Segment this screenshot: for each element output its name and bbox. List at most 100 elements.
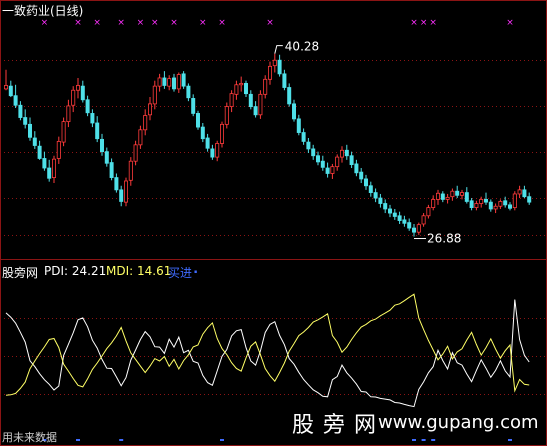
candle-body [397, 215, 402, 221]
candle [488, 199, 493, 212]
candle-body [100, 138, 105, 153]
candle-body [527, 196, 532, 203]
candle-body [277, 59, 282, 75]
candle-body [128, 160, 133, 181]
candle [517, 185, 522, 199]
candle [61, 117, 66, 147]
watermark-cn: 股 旁 网 [292, 413, 377, 438]
future-data-caption: 用未来数据 [2, 431, 57, 444]
candle [411, 223, 416, 237]
candle-body [402, 219, 407, 224]
candle-body [272, 59, 277, 67]
candle-body [133, 144, 138, 162]
candle [267, 61, 272, 85]
candle-body [488, 201, 493, 210]
signal-x-marker: × [137, 18, 145, 28]
candle [349, 151, 354, 169]
candle [416, 222, 421, 235]
candle [291, 99, 296, 122]
candle-body [42, 158, 47, 169]
candle-body [498, 201, 503, 207]
chart-canvas: × × × × × × × × × × × × × ×40.2826.88 [0, 0, 547, 446]
high-pointer [274, 45, 283, 54]
candle [253, 101, 258, 118]
candle-body [392, 212, 397, 217]
signal-x-marker: × [429, 18, 437, 28]
candle-body [176, 74, 181, 90]
candle-body [287, 87, 292, 105]
candle [128, 157, 133, 186]
candle [373, 188, 378, 203]
candle-body [282, 73, 287, 88]
buy-signal-label: 买进 [168, 266, 193, 280]
candle [407, 218, 412, 231]
candle-body [143, 115, 148, 131]
candle-body [219, 123, 224, 144]
candle-body [296, 118, 301, 133]
candle [392, 208, 397, 220]
candle [363, 174, 368, 190]
candle-body [90, 113, 95, 124]
candle [507, 202, 512, 211]
candle-body [85, 99, 90, 114]
candle-body [493, 205, 498, 210]
candle-body [387, 208, 392, 214]
candle [258, 90, 263, 119]
candle-body [114, 177, 119, 191]
candle [287, 83, 292, 107]
candle-body [335, 156, 340, 168]
low-price-label: 26.88 [427, 232, 461, 246]
candle-body [152, 85, 157, 105]
candle-body [195, 113, 200, 128]
signal-x-marker: × [506, 18, 514, 28]
candle [311, 144, 316, 160]
candle [282, 69, 287, 91]
candle-body [368, 185, 373, 193]
candle-body [339, 149, 344, 158]
candle-body [171, 77, 176, 90]
candle-body [311, 148, 316, 157]
candle-body [267, 65, 272, 80]
signal-x-marker: × [199, 18, 207, 28]
candle-body [263, 78, 268, 95]
candle-body [138, 129, 143, 146]
candle-body [507, 204, 512, 209]
candle-body [359, 171, 364, 180]
candle [147, 97, 152, 121]
candle-body [224, 106, 229, 125]
candle [27, 117, 32, 141]
candle-body [344, 149, 349, 157]
candle-body [330, 166, 335, 174]
candle-body [373, 192, 378, 199]
candle [8, 80, 13, 98]
candle [195, 110, 200, 130]
candle-body [119, 189, 124, 202]
candle [330, 163, 335, 179]
candle [306, 138, 311, 154]
candle-body [4, 85, 9, 90]
candle-body [503, 200, 508, 206]
candle [176, 72, 181, 93]
buy-signal-arrow: ⬝ [194, 264, 198, 278]
candle [104, 147, 109, 167]
candle-body [104, 151, 109, 164]
candle-body [315, 155, 320, 163]
candle [80, 80, 85, 103]
signal-x-marker: × [218, 18, 226, 28]
candle-body [253, 106, 258, 116]
candle [296, 114, 301, 136]
candle [229, 90, 234, 113]
candle [219, 121, 224, 148]
candle-body [248, 93, 253, 108]
candle [210, 144, 215, 160]
candle-body [32, 137, 37, 146]
candle [186, 83, 191, 102]
candle-body [186, 85, 191, 99]
candle-body [13, 95, 18, 106]
candle [387, 204, 392, 218]
candle-body [27, 123, 32, 138]
candle [344, 144, 349, 160]
candle [435, 189, 440, 205]
candle-body [301, 132, 306, 142]
candle [114, 173, 119, 193]
